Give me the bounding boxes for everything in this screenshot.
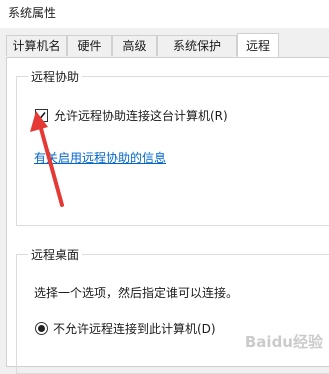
- remote-desktop-group: [16, 254, 329, 374]
- deny-remote-connection-label[interactable]: 不允许远程连接到此计算机(D): [53, 320, 216, 337]
- tab-system-protection[interactable]: 系统保护: [157, 35, 237, 56]
- radio-selected-dot: [38, 325, 45, 332]
- tab-computer-name[interactable]: 计算机名: [6, 35, 67, 56]
- remote-assistance-group-label: 远程协助: [28, 68, 83, 85]
- window-title: 系统属性: [8, 6, 57, 20]
- tab-advanced[interactable]: 高级: [112, 35, 157, 56]
- deny-remote-connection-radio[interactable]: [35, 322, 48, 335]
- tab-strip: 计算机名 硬件 高级 系统保护 远程: [6, 33, 329, 57]
- remote-desktop-instruction: 选择一个选项，然后指定谁可以连接。: [34, 286, 239, 300]
- watermark-text: Baidu经验: [244, 333, 323, 351]
- tab-panel-remote: 远程协助 允许远程协助连接这台计算机(R) 有关启用远程协助的信息 远程桌面 选…: [6, 57, 329, 374]
- allow-remote-assistance-label[interactable]: 允许远程协助连接这台计算机(R): [54, 107, 228, 124]
- remote-assistance-info-link[interactable]: 有关启用远程协助的信息: [34, 149, 166, 166]
- checkmark-icon: [37, 112, 46, 120]
- remote-desktop-group-label: 远程桌面: [28, 246, 83, 263]
- tab-hardware[interactable]: 硬件: [67, 35, 112, 56]
- tab-remote[interactable]: 远程: [237, 33, 279, 57]
- window-titlebar: 系统属性: [0, 0, 329, 28]
- allow-remote-assistance-checkbox[interactable]: [35, 109, 48, 122]
